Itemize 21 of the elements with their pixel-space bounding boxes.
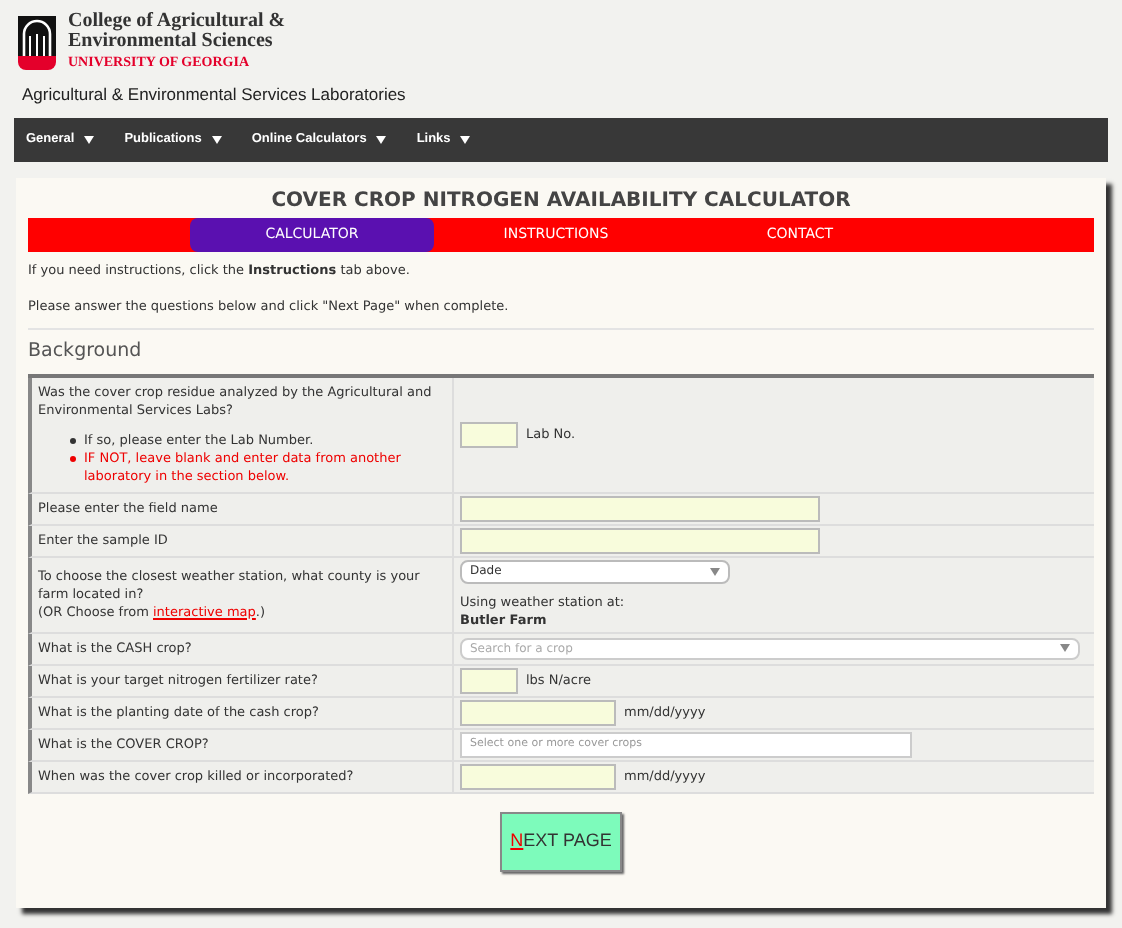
date-field[interactable] (460, 699, 616, 725)
bullet-icon (70, 455, 76, 461)
date-field[interactable] (460, 763, 616, 789)
calculator-title: COVER CROP NITROGEN AVAILABILITY CALCULATOR (269, 187, 853, 216)
text-field[interactable] (460, 527, 820, 553)
next-page-button[interactable]: NEXT PAGE (500, 811, 622, 871)
caret-icon (84, 135, 95, 144)
caret-icon (1060, 644, 1070, 652)
bullet-icon (70, 437, 76, 443)
lab-number-field[interactable] (460, 421, 518, 447)
rate-field[interactable] (460, 667, 518, 693)
college-name: College of Agricultural & (68, 12, 286, 32)
caret-icon (211, 135, 222, 144)
caret-icon (460, 135, 471, 144)
text-field[interactable] (460, 495, 820, 521)
caret-icon (710, 567, 720, 575)
university-logo (18, 15, 56, 69)
lab-title: Agricultural & Environmental Services Laboratories (22, 82, 408, 108)
college-name: Environmental Sciences (68, 32, 275, 52)
caret-icon (376, 135, 387, 144)
section-heading: Background (28, 338, 144, 367)
